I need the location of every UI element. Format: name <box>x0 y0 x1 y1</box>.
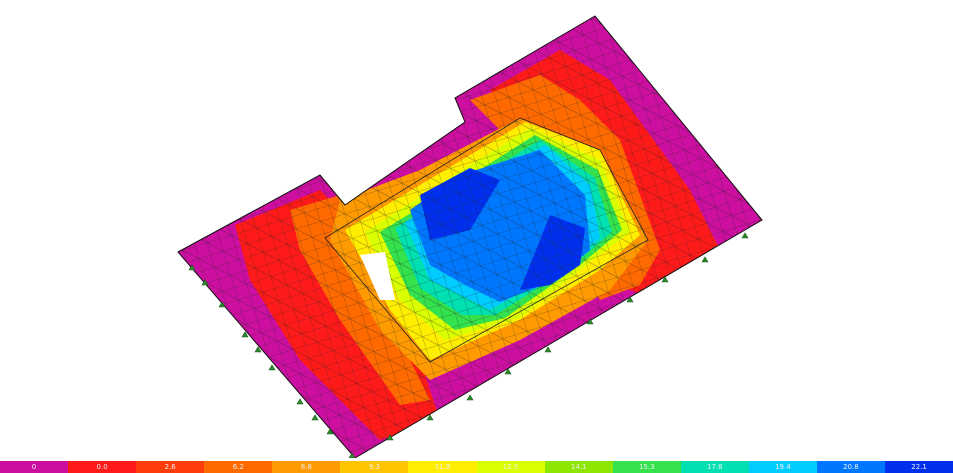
legend-swatch: 9.3 <box>340 461 409 473</box>
legend-tick-label: 14.1 <box>570 463 587 471</box>
support-marker-icon <box>268 364 276 371</box>
legend-swatch: 0.0 <box>68 461 137 473</box>
legend-swatch: 17.8 <box>680 461 749 473</box>
legend-swatch: 8.8 <box>272 461 341 473</box>
legend-tick-label: 0 <box>31 463 37 471</box>
legend-tick-label: 8.8 <box>300 463 312 471</box>
support-marker-icon <box>466 394 474 401</box>
contour-plot-viewport[interactable] <box>0 0 953 458</box>
legend-swatch: 0 <box>0 461 69 473</box>
legend-tick-label: 0.0 <box>96 463 108 471</box>
legend-swatch: 22.1 <box>885 461 953 473</box>
legend-tick-label: 20.8 <box>843 463 859 471</box>
legend-swatch: 12.5 <box>476 461 545 473</box>
legend-tick-label: 11.9 <box>434 463 451 471</box>
legend-swatch: 2.6 <box>136 461 205 473</box>
support-marker-icon <box>311 414 319 421</box>
support-marker-icon <box>701 256 709 263</box>
legend-tick-label: 19.4 <box>775 463 791 471</box>
support-marker-icon <box>544 346 552 353</box>
legend-swatch: 15.3 <box>612 461 681 473</box>
legend-swatch: 20.8 <box>816 461 886 473</box>
support-marker-icon <box>296 398 304 405</box>
legend-swatch: 11.9 <box>408 461 477 473</box>
legend-tick-label: 15.3 <box>638 463 655 471</box>
legend-tick-label: 17.8 <box>707 463 723 471</box>
legend-tick-label: 12.5 <box>502 463 519 471</box>
legend-tick-label: 9.3 <box>368 463 380 471</box>
legend-tick-label: 22.1 <box>911 463 927 471</box>
legend-tick-label: 6.2 <box>232 463 244 471</box>
legend-tick-label: 2.6 <box>164 463 176 471</box>
fe-mesh-overlay <box>178 16 762 458</box>
legend-swatch: 14.1 <box>544 461 613 473</box>
support-marker-icon <box>741 232 749 239</box>
color-legend: 0 0.0 2.6 6.2 8.8 9.3 11.9 12.5 14.1 15.3 17.8 19.4… <box>0 461 953 473</box>
legend-swatch: 6.2 <box>204 461 273 473</box>
slab-contour-fill <box>178 16 762 458</box>
legend-swatch: 19.4 <box>748 461 817 473</box>
